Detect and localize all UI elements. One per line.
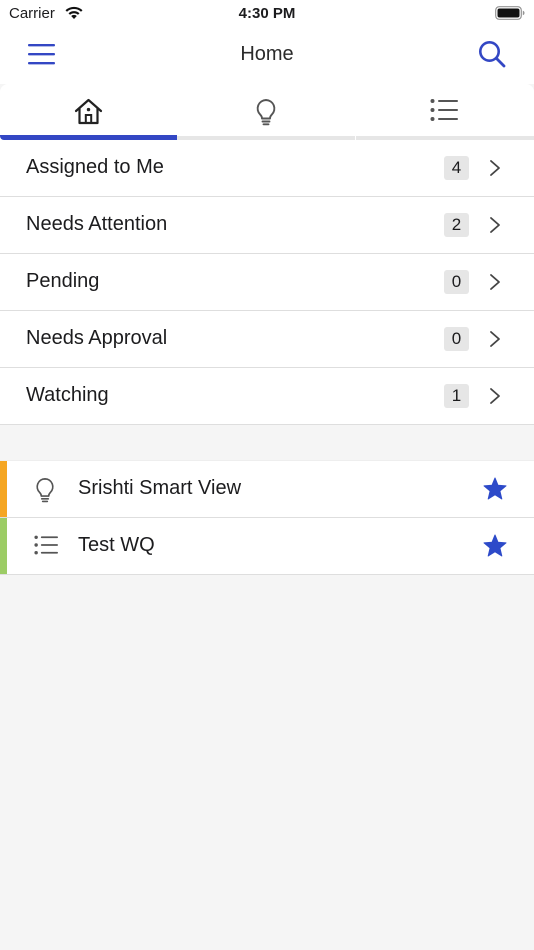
tab-home[interactable] [0, 84, 177, 140]
list-item-assigned-to-me[interactable]: Assigned to Me 4 [0, 140, 534, 197]
list-item-label: Watching [26, 384, 109, 406]
list-icon [34, 535, 58, 555]
inbox-list: Assigned to Me 4 Needs Attention 2 Pendi… [0, 140, 534, 425]
chevron-right-icon [490, 217, 500, 233]
favorite-item-test-wq[interactable]: Test WQ [0, 518, 534, 575]
list-icon [430, 99, 458, 121]
favorite-accent-bar [0, 518, 7, 574]
list-item-label: Pending [26, 270, 100, 292]
page-title: Home [240, 43, 294, 65]
lightbulb-icon [36, 478, 54, 503]
chevron-right-icon [490, 274, 500, 290]
count-badge: 0 [444, 327, 469, 351]
clock: 4:30 PM [238, 5, 296, 22]
chevron-right-icon [490, 331, 500, 347]
tab-smart-views[interactable] [177, 84, 355, 140]
navigation-bar: Home [0, 28, 534, 84]
star-icon[interactable] [483, 477, 507, 500]
list-item-watching[interactable]: Watching 1 [0, 368, 534, 425]
list-item-label: Assigned to Me [26, 156, 164, 178]
home-icon [74, 98, 103, 125]
list-item-label: Needs Approval [26, 327, 168, 349]
favorite-item-label: Test WQ [78, 534, 155, 556]
chevron-right-icon [490, 388, 500, 404]
tab-work-queues[interactable] [356, 84, 534, 140]
count-badge: 1 [444, 384, 469, 408]
count-badge: 2 [444, 213, 469, 237]
list-item-needs-approval[interactable]: Needs Approval 0 [0, 311, 534, 368]
count-badge: 4 [444, 156, 469, 180]
chevron-right-icon [490, 160, 500, 176]
list-item-pending[interactable]: Pending 0 [0, 254, 534, 311]
status-bar: Carrier 4:30 PM [0, 0, 534, 28]
favorites-list: Srishti Smart View Test WQ [0, 460, 534, 575]
battery-icon [495, 6, 525, 20]
lightbulb-icon [256, 99, 276, 126]
count-badge: 0 [444, 270, 469, 294]
favorite-item-label: Srishti Smart View [78, 477, 242, 499]
list-item-label: Needs Attention [26, 213, 168, 235]
favorite-accent-bar [0, 461, 7, 517]
tab-bar [0, 84, 534, 140]
favorite-item-srishti-smart-view[interactable]: Srishti Smart View [0, 460, 534, 518]
star-icon[interactable] [483, 534, 507, 557]
list-item-needs-attention[interactable]: Needs Attention 2 [0, 197, 534, 254]
search-icon[interactable] [478, 40, 506, 68]
